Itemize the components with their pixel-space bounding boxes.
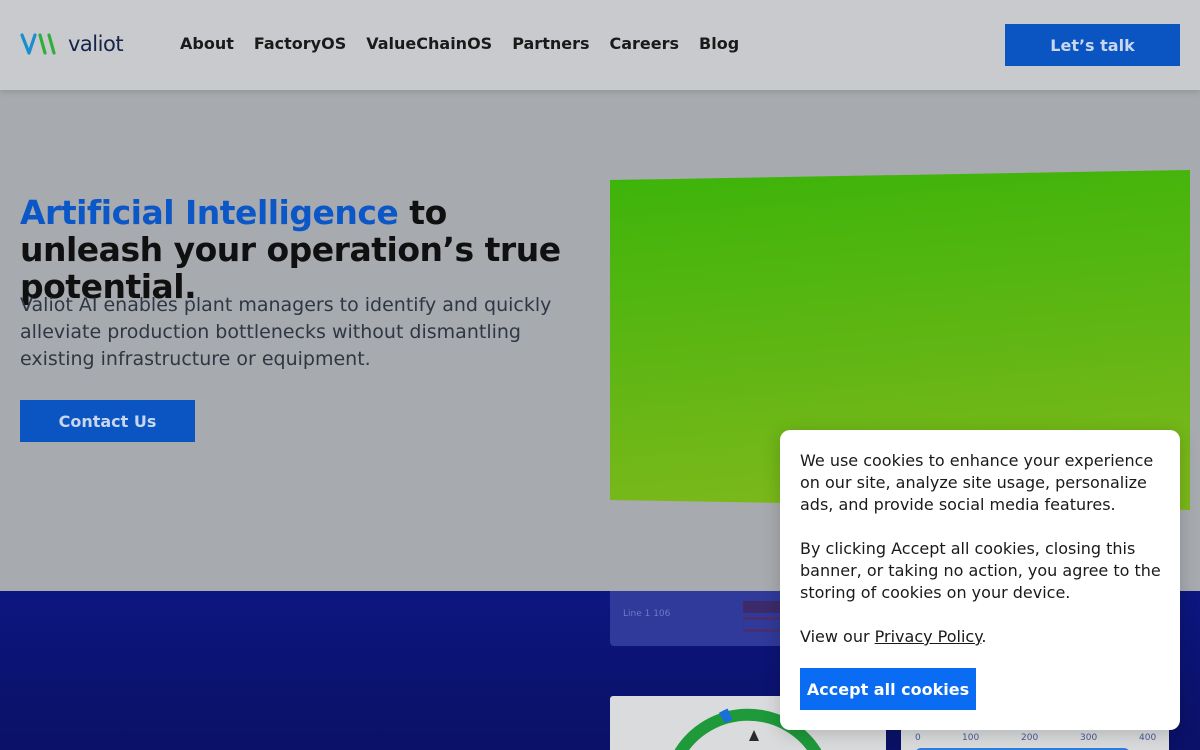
cookie-text-usage: We use cookies to enhance your experienc… [800,451,1154,514]
nav-about[interactable]: About [180,34,234,53]
axis-tick: 100 [962,733,980,743]
status-bars-graphic [743,601,783,632]
axis-tick: 200 [1021,733,1039,743]
nav-partners[interactable]: Partners [512,34,589,53]
lets-talk-button[interactable]: Let’s talk [1005,24,1180,66]
line-label: Line 1 106 [623,609,671,619]
cookie-text-consent: By clicking Accept all cookies, closing … [800,539,1161,602]
axis-tick: 400 [1139,733,1157,743]
accept-all-cookies-button[interactable]: Accept all cookies [800,668,976,710]
hero-subtext: Valiot AI enables plant managers to iden… [20,294,552,370]
headline-accent: Artificial Intelligence [20,193,399,232]
logo-wordmark: valiot [68,32,124,56]
valiot-logo[interactable]: valiot [20,32,124,56]
privacy-prefix: View our [800,627,875,646]
nav-factoryos[interactable]: FactoryOS [254,34,346,53]
axis-tick: 0 [915,733,921,743]
valiot-logo-icon [20,33,56,55]
nav-blog[interactable]: Blog [699,34,739,53]
axis-tick: 300 [1080,733,1098,743]
privacy-suffix: . [981,627,987,646]
hero-headline: Artificial Intelligence to unleash your … [20,194,580,305]
cookie-privacy-line: View our Privacy Policy. [800,626,1165,648]
contact-us-button[interactable]: Contact Us [20,400,195,442]
main-nav: About FactoryOS ValueChainOS Partners Ca… [180,34,739,53]
nav-careers[interactable]: Careers [610,34,680,53]
nav-valuechainos[interactable]: ValueChainOS [366,34,492,53]
privacy-policy-link[interactable]: Privacy Policy [875,627,982,646]
cookie-consent-dialog: We use cookies to enhance your experienc… [780,430,1180,730]
site-header: valiot About FactoryOS ValueChainOS Part… [0,0,1200,90]
